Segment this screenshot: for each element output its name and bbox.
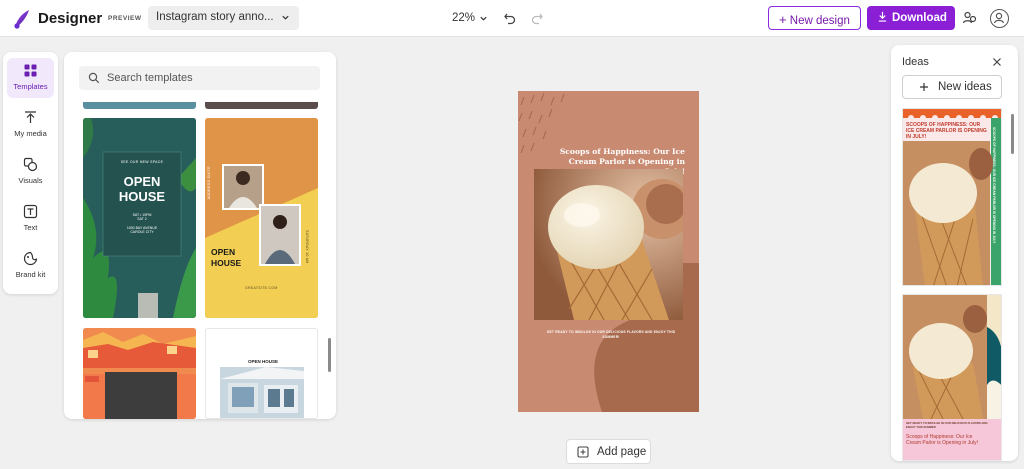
idea-title: Scoops of Happiness: Our Ice Cream Parlo… (906, 434, 978, 446)
canvas-body-text[interactable]: GET READY TO INDULGE IN OUR DELICIOUS FL… (538, 330, 684, 340)
design-canvas[interactable]: Scoops of Happiness: Our Ice Cream Parlo… (518, 91, 699, 412)
close-icon[interactable] (992, 57, 1002, 67)
template-preview-image (220, 367, 304, 418)
rail-item-visuals[interactable]: Visuals (7, 152, 54, 192)
zoom-level[interactable]: 22% (452, 12, 475, 24)
top-bar: Designer PREVIEW Instagram story anno...… (0, 0, 1024, 37)
template-card-open-house-teal[interactable]: SEE OUR NEW SPACE OPEN HOUSE SAT • 10PM … (83, 118, 196, 318)
template-line: SEE OUR NEW SPACE (120, 160, 164, 164)
rail-label: My media (14, 129, 47, 138)
template-line: HOUSE (211, 258, 242, 268)
templates-icon (24, 64, 37, 77)
document-name: Instagram story anno... (156, 11, 274, 23)
rail-label: Brand kit (15, 270, 46, 279)
template-line-vertical: ADDRESS SUITE (207, 166, 211, 200)
download-label: Download (892, 12, 947, 24)
upload-icon (25, 111, 36, 123)
template-line: CAROLE CITY (130, 230, 154, 234)
rail-label: Templates (13, 82, 48, 91)
ideas-scrollbar[interactable] (1011, 114, 1014, 154)
rail-item-brand-kit[interactable]: Brand kit (7, 246, 54, 286)
template-line: GREATSITE.COM (245, 286, 278, 290)
search-icon (88, 72, 100, 84)
add-page-label: Add page (597, 446, 647, 458)
add-page-icon (577, 446, 589, 458)
template-card-text: SEE OUR NEW SPACE OPEN HOUSE SAT • 10PM … (105, 160, 179, 234)
template-line: SAT 2 (137, 217, 147, 221)
chevron-down-icon (282, 15, 289, 20)
idea-card[interactable]: SCOOPS OF HAPPINESS: OUR ICE CREAM PARLO… (902, 108, 1002, 286)
templates-scrollbar[interactable] (328, 338, 331, 372)
text-icon (23, 204, 38, 219)
document-name-dropdown[interactable]: Instagram story anno... (148, 6, 299, 30)
template-line: OPEN (211, 247, 236, 257)
rail-item-my-media[interactable]: My media (7, 105, 54, 145)
templates-panel: SEE OUR NEW SPACE OPEN HOUSE SAT • 10PM … (64, 52, 336, 419)
plus-icon (920, 83, 928, 91)
idea-card[interactable]: GET READY TO INDULGE IN OUR DELICIOUS FL… (902, 294, 1002, 461)
new-ideas-label: New ideas (938, 81, 992, 93)
rail-label: Visuals (18, 176, 43, 185)
brand-kit-icon (23, 251, 38, 266)
app-title: Designer (38, 10, 103, 27)
new-ideas-button[interactable]: New ideas (902, 75, 1002, 99)
idea-title: SCOOPS OF HAPPINESS: OUR ICE CREAM PARLO… (906, 122, 987, 140)
add-page-button[interactable]: Add page (566, 439, 651, 464)
plus-icon: + (779, 12, 787, 27)
left-nav-rail: Templates My media Visuals Text Brand ki… (3, 52, 58, 294)
search-input[interactable] (107, 70, 307, 86)
rail-item-templates[interactable]: Templates (7, 58, 54, 98)
template-line: HOUSE (118, 189, 166, 204)
template-thumbnail[interactable] (205, 102, 318, 109)
download-button[interactable]: Download (867, 6, 955, 30)
template-card-open-house-yellow[interactable]: ADDRESS SUITE OPEN HOUSE GREATSITE.COM S… (205, 118, 318, 318)
template-line: OPEN (123, 174, 161, 189)
new-design-label: New design (789, 15, 850, 27)
download-icon (878, 11, 887, 22)
rail-item-text[interactable]: Text (7, 199, 54, 239)
ideas-title: Ideas (902, 56, 929, 68)
search-box[interactable] (79, 66, 320, 90)
template-preview-image (83, 328, 196, 419)
ice-cream-image (534, 169, 683, 320)
template-card-orange[interactable] (83, 328, 196, 419)
template-line-vertical: SATURDAY 10 AM (305, 230, 309, 264)
ice-cream-photo[interactable] (534, 169, 683, 320)
redo-icon[interactable] (530, 11, 544, 25)
preview-badge: PREVIEW (108, 15, 142, 22)
share-people-icon[interactable] (962, 10, 978, 26)
new-design-button[interactable]: + New design (768, 6, 861, 30)
shapes-icon (23, 157, 38, 172)
template-card-open-house-white[interactable]: OPEN HOUSE (205, 328, 318, 419)
designer-logo-icon (14, 10, 29, 29)
undo-icon[interactable] (503, 11, 517, 25)
template-thumbnail[interactable] (83, 102, 196, 109)
ideas-panel: Ideas New ideas SCOOPS OF HAPPINESS: OUR… (891, 45, 1018, 461)
idea-caption: GET READY TO INDULGE IN OUR DELICIOUS FL… (906, 421, 988, 429)
idea-side-text: SCOOPS OF HAPPINESS: OUR ICE CREAM PARLO… (992, 127, 996, 244)
zoom-chevron-icon[interactable] (479, 14, 488, 23)
rail-label: Text (23, 223, 38, 232)
account-avatar-icon[interactable] (990, 9, 1009, 28)
